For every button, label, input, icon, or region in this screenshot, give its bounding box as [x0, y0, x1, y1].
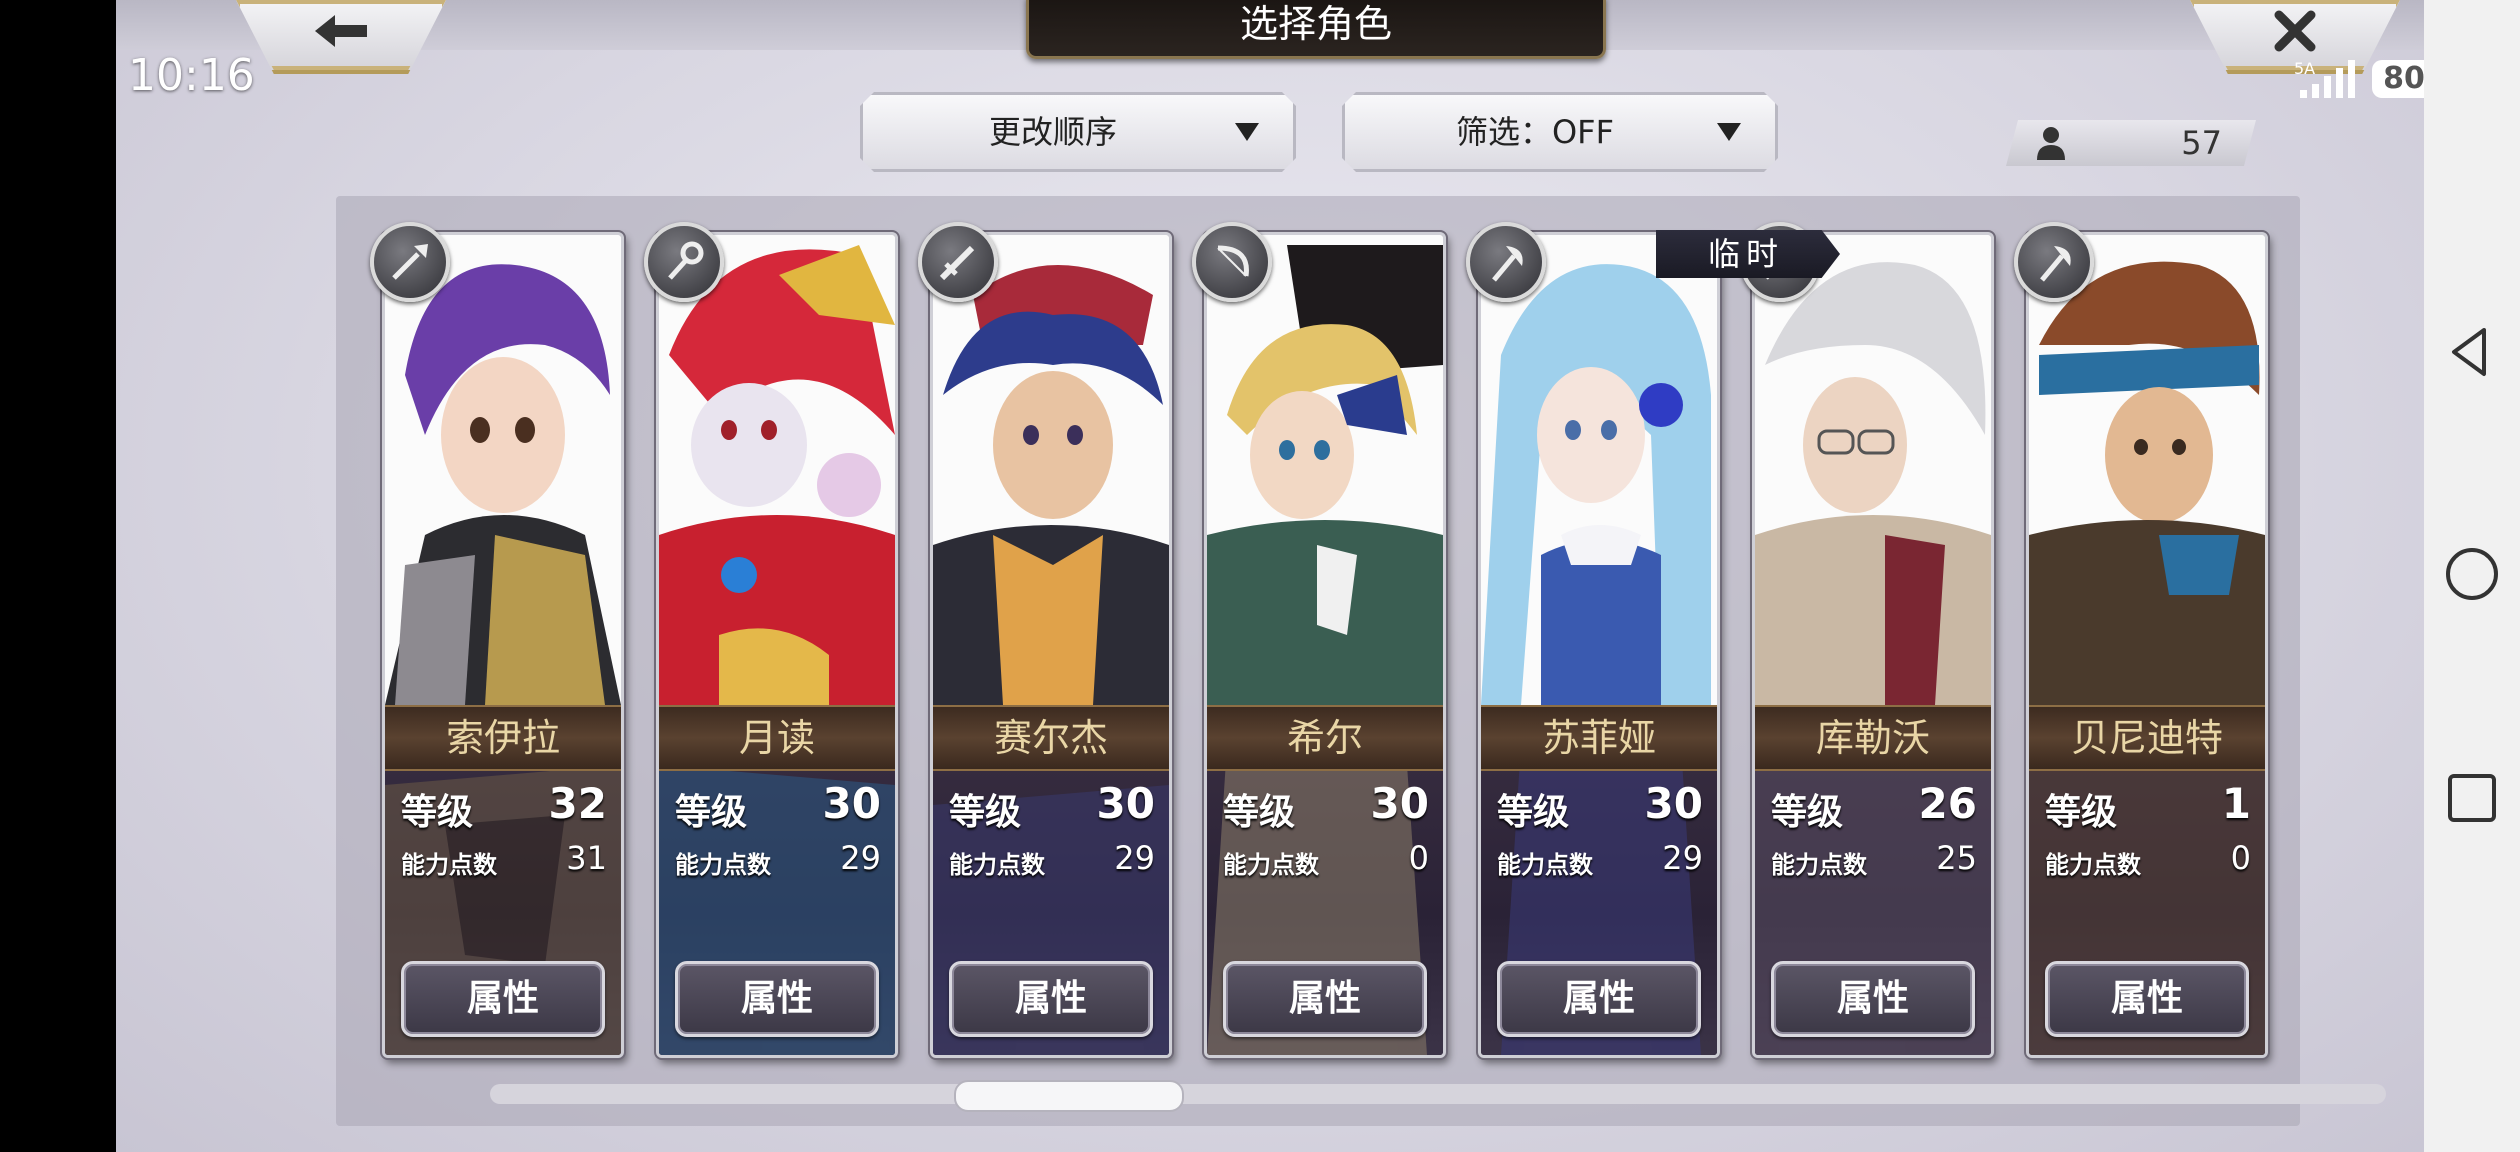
sword-icon: [918, 222, 998, 302]
level-value: 1: [2221, 779, 2251, 828]
ability-points-value: 31: [566, 839, 607, 877]
attributes-button[interactable]: 属性: [1771, 961, 1975, 1037]
character-portrait: [1481, 235, 1717, 705]
level-value: 26: [1918, 779, 1977, 828]
character-card[interactable]: 希尔 等级 30 能力点数 0 属性: [1204, 232, 1446, 1058]
level-value: 30: [1096, 779, 1155, 828]
character-portrait: [933, 235, 1169, 705]
level-label: 等级: [949, 792, 1022, 833]
character-name: 希尔: [1207, 705, 1443, 771]
ability-points-value: 0: [1408, 839, 1429, 877]
level-label: 等级: [1497, 792, 1570, 833]
system-nav-bar: [2424, 0, 2520, 1152]
bow-icon: [1192, 222, 1272, 302]
character-name: 月读: [659, 705, 895, 771]
ability-points-label: 能力点数: [1771, 851, 1867, 879]
level-label: 等级: [401, 792, 474, 833]
level-label: 等级: [675, 792, 748, 833]
character-name: 赛尔杰: [933, 705, 1169, 771]
page-title: 选择角色: [1026, 0, 1606, 59]
character-name: 苏菲娅: [1481, 705, 1717, 771]
character-portrait: [659, 235, 895, 705]
scrollbar-thumb[interactable]: [954, 1080, 1184, 1112]
arrow-left-icon: [315, 15, 367, 47]
attributes-button[interactable]: 属性: [1223, 961, 1427, 1037]
character-portrait: [1755, 235, 1991, 705]
axe-icon: [1466, 222, 1546, 302]
close-icon: [2274, 10, 2316, 52]
character-portrait: [2029, 235, 2265, 705]
back-button[interactable]: [236, 0, 446, 74]
person-icon: [2036, 126, 2066, 160]
status-time: 10:16: [128, 50, 255, 101]
caret-down-icon: [1235, 123, 1259, 141]
level-label: 等级: [1223, 792, 1296, 833]
character-portrait: [385, 235, 621, 705]
character-card[interactable]: 赛尔杰 等级 30 能力点数 29 属性: [930, 232, 1172, 1058]
character-name: 库勒沃: [1755, 705, 1991, 771]
attributes-button[interactable]: 属性: [1497, 961, 1701, 1037]
attributes-button[interactable]: 属性: [401, 961, 605, 1037]
temporary-tag: 临时: [1656, 230, 1840, 278]
character-card[interactable]: 月读 等级 30 能力点数 29 属性: [656, 232, 898, 1058]
ability-points-label: 能力点数: [2045, 851, 2141, 879]
ability-points-value: 29: [1662, 839, 1703, 877]
signal-icon: 5A: [2294, 59, 2355, 98]
ability-points-label: 能力点数: [401, 851, 497, 879]
attributes-button[interactable]: 属性: [675, 961, 879, 1037]
level-value: 32: [548, 779, 607, 828]
spear-icon: [370, 222, 450, 302]
level-value: 30: [1644, 779, 1703, 828]
character-name: 贝尼迪特: [2029, 705, 2265, 771]
nav-recent-apps-icon[interactable]: [2444, 770, 2500, 826]
character-card[interactable]: 索伊拉 等级 32 能力点数 31 属性: [382, 232, 624, 1058]
level-label: 等级: [2045, 792, 2118, 833]
ability-points-value: 0: [2230, 839, 2251, 877]
nav-back-icon[interactable]: [2444, 324, 2500, 380]
ability-points-value: 25: [1936, 839, 1977, 877]
character-portrait: [1207, 235, 1443, 705]
level-label: 等级: [1771, 792, 1844, 833]
level-value: 30: [1370, 779, 1429, 828]
ability-points-label: 能力点数: [1497, 851, 1593, 879]
horizontal-scrollbar[interactable]: [490, 1084, 2386, 1104]
filter-dropdown[interactable]: 筛选：OFF: [1342, 92, 1778, 172]
ability-points-value: 29: [1114, 839, 1155, 877]
filter-label: 筛选：OFF: [1455, 113, 1614, 151]
character-card[interactable]: 库勒沃 等级 26 能力点数 25 属性: [1752, 232, 1994, 1058]
character-name: 索伊拉: [385, 705, 621, 771]
attributes-button[interactable]: 属性: [949, 961, 1153, 1037]
ability-points-value: 29: [840, 839, 881, 877]
roster-count-value: 57: [2181, 124, 2222, 162]
caret-down-icon: [1717, 123, 1741, 141]
nav-home-icon[interactable]: [2444, 546, 2500, 602]
attributes-button[interactable]: 属性: [2045, 961, 2249, 1037]
character-card[interactable]: 贝尼迪特 等级 1 能力点数 0 属性: [2026, 232, 2268, 1058]
network-label: 5A: [2294, 59, 2315, 78]
sort-dropdown[interactable]: 更改顺序: [860, 92, 1296, 172]
roster-count: 57: [2006, 120, 2256, 166]
axe-icon: [2014, 222, 2094, 302]
character-card[interactable]: 苏菲娅 等级 30 能力点数 29 属性: [1478, 232, 1720, 1058]
level-value: 30: [822, 779, 881, 828]
staff-icon: [644, 222, 724, 302]
game-screen: 选择角色 10:16 5A 80 更改顺序 筛选：OFF 57 索伊拉 等级 3…: [116, 0, 2476, 1152]
sort-label: 更改顺序: [988, 113, 1117, 151]
ability-points-label: 能力点数: [675, 851, 771, 879]
ability-points-label: 能力点数: [1223, 851, 1319, 879]
ability-points-label: 能力点数: [949, 851, 1045, 879]
